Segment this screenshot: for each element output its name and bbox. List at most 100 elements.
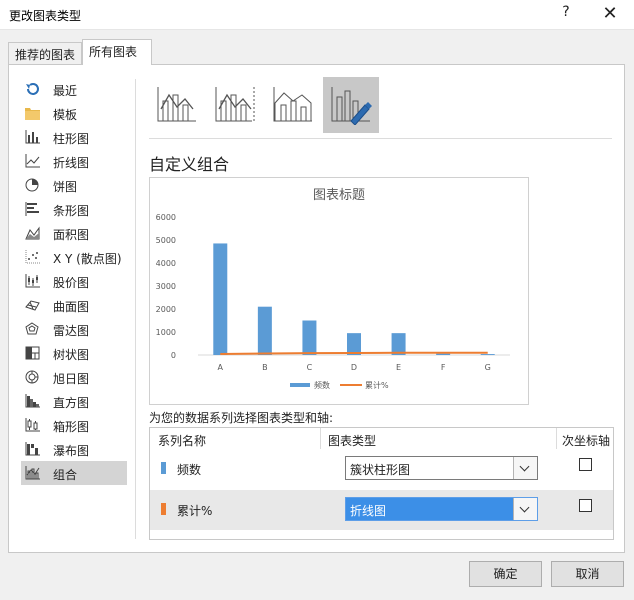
window-title: 更改图表类型 bbox=[9, 9, 82, 23]
nav-separator bbox=[135, 79, 136, 539]
y-tick-label: 3000 bbox=[156, 282, 176, 291]
combo-custom-icon bbox=[331, 87, 372, 125]
nav-item-waterfall[interactable]: 瀑布图 bbox=[21, 437, 127, 461]
nav-item-label: 条形图 bbox=[53, 204, 90, 218]
subtype-column-line-secondary[interactable] bbox=[207, 77, 263, 133]
line-chart-icon bbox=[25, 154, 40, 168]
col-header-secondary-axis: 次坐标轴 bbox=[562, 434, 611, 448]
chevron-down-icon[interactable] bbox=[513, 498, 537, 520]
combo-stacked-area-column-icon bbox=[273, 87, 312, 122]
bar-chart-icon bbox=[25, 202, 39, 216]
title-bar: 更改图表类型 ? ✕ bbox=[0, 0, 634, 30]
combo-column-line-secondary-icon bbox=[215, 87, 255, 122]
area-chart-icon bbox=[25, 226, 40, 240]
chart-type-value: 折线图 bbox=[350, 504, 387, 518]
nav-item-label: 旭日图 bbox=[53, 372, 90, 386]
nav-item-bar[interactable]: 条形图 bbox=[21, 197, 127, 221]
x-tick-label: D bbox=[351, 363, 357, 372]
nav-item-label: 瀑布图 bbox=[53, 444, 90, 458]
section-title: 自定义组合 bbox=[149, 155, 230, 174]
legend-label: 累计% bbox=[365, 380, 389, 390]
chart-preview: 图表标题 0 1000 2000 3000 4000 5000 6000 A B C D E F G 频数 累计… bbox=[149, 177, 529, 405]
chart-type-select[interactable]: 簇状柱形图 bbox=[345, 456, 538, 480]
nav-item-label: 折线图 bbox=[53, 156, 90, 170]
stock-chart-icon bbox=[25, 274, 40, 288]
nav-item-label: 柱形图 bbox=[53, 132, 90, 146]
subtype-custom-combination[interactable] bbox=[323, 77, 379, 133]
gallery-separator bbox=[149, 138, 612, 139]
bar bbox=[257, 306, 272, 355]
y-tick-label: 2000 bbox=[156, 305, 176, 314]
recent-icon bbox=[26, 83, 39, 95]
nav-item-line[interactable]: 折线图 bbox=[21, 149, 127, 173]
folder-icon bbox=[25, 108, 40, 120]
secondary-axis-checkbox[interactable] bbox=[579, 458, 592, 471]
chart-type-value: 簇状柱形图 bbox=[350, 463, 411, 477]
x-tick-label: A bbox=[218, 363, 224, 372]
nav-item-histogram[interactable]: 直方图 bbox=[21, 389, 127, 413]
nav-item-label: 树状图 bbox=[53, 348, 90, 362]
nav-item-recent[interactable]: 最近 bbox=[21, 77, 127, 101]
tab-all-charts[interactable]: 所有图表 bbox=[82, 39, 152, 65]
bar bbox=[436, 353, 451, 355]
bar bbox=[347, 333, 361, 355]
nav-item-label: 组合 bbox=[53, 468, 78, 482]
col-header-series-name: 系列名称 bbox=[158, 434, 207, 448]
subtype-stacked-area-column[interactable] bbox=[265, 77, 321, 133]
table-row: 频数 簇状柱形图 bbox=[150, 449, 613, 489]
ok-button[interactable]: 确定 bbox=[469, 561, 542, 587]
tab-recommended-charts[interactable]: 推荐的图表 bbox=[8, 42, 82, 64]
nav-item-treemap[interactable]: 树状图 bbox=[21, 341, 127, 365]
combo-clustered-column-line-icon bbox=[157, 87, 196, 122]
close-button[interactable]: ✕ bbox=[598, 2, 622, 26]
nav-item-label: 模板 bbox=[53, 108, 78, 122]
chart-type-select[interactable]: 折线图 bbox=[345, 497, 538, 521]
nav-item-label: 雷达图 bbox=[53, 324, 90, 338]
secondary-axis-checkbox[interactable] bbox=[579, 499, 592, 512]
nav-item-column[interactable]: 柱形图 bbox=[21, 125, 127, 149]
nav-item-area[interactable]: 面积图 bbox=[21, 221, 127, 245]
x-tick-label: B bbox=[262, 363, 268, 372]
cancel-button[interactable]: 取消 bbox=[551, 561, 624, 587]
y-tick-label: 5000 bbox=[156, 236, 176, 245]
col-header-chart-type: 图表类型 bbox=[328, 434, 377, 448]
subtype-clustered-column-line[interactable] bbox=[149, 77, 205, 133]
column-divider bbox=[556, 428, 557, 450]
treemap-chart-icon bbox=[25, 346, 40, 360]
nav-item-label: 最近 bbox=[53, 84, 78, 98]
y-tick-label: 1000 bbox=[156, 328, 176, 337]
nav-item-label: 箱形图 bbox=[53, 420, 90, 434]
help-button[interactable]: ? bbox=[556, 4, 576, 26]
nav-item-scatter[interactable]: X Y (散点图) bbox=[21, 245, 127, 269]
x-tick-label: C bbox=[307, 363, 313, 372]
nav-item-label: 饼图 bbox=[53, 180, 78, 194]
series-name: 频数 bbox=[177, 463, 202, 477]
bar bbox=[302, 320, 317, 355]
radar-chart-icon bbox=[25, 322, 39, 335]
column-divider bbox=[320, 428, 321, 450]
nav-item-surface[interactable]: 曲面图 bbox=[21, 293, 127, 317]
chevron-down-icon[interactable] bbox=[513, 457, 537, 479]
nav-item-label: 曲面图 bbox=[53, 300, 90, 314]
pie-chart-icon bbox=[25, 178, 39, 192]
nav-item-combo[interactable]: 组合 bbox=[21, 461, 127, 485]
nav-item-pie[interactable]: 饼图 bbox=[21, 173, 127, 197]
legend-label: 频数 bbox=[314, 380, 330, 390]
table-row: 累计% 折线图 bbox=[150, 490, 613, 530]
nav-item-stock[interactable]: 股价图 bbox=[21, 269, 127, 293]
nav-item-templates[interactable]: 模板 bbox=[21, 101, 127, 125]
all-charts-panel: 最近 模板 柱形图 折线图 饼图 条形图 面积图 X Y (散点图) 股价图 曲… bbox=[8, 64, 625, 553]
y-tick-label: 4000 bbox=[156, 259, 176, 268]
nav-item-radar[interactable]: 雷达图 bbox=[21, 317, 127, 341]
legend-swatch bbox=[290, 383, 310, 387]
series-color-swatch bbox=[161, 462, 166, 474]
y-tick-label: 6000 bbox=[156, 213, 176, 222]
nav-item-label: X Y (散点图) bbox=[53, 252, 122, 266]
nav-item-boxplot[interactable]: 箱形图 bbox=[21, 413, 127, 437]
nav-item-label: 面积图 bbox=[53, 228, 90, 242]
nav-item-sunburst[interactable]: 旭日图 bbox=[21, 365, 127, 389]
y-tick-label: 0 bbox=[171, 351, 176, 360]
sunburst-chart-icon bbox=[25, 370, 39, 384]
nav-item-label: 直方图 bbox=[53, 396, 90, 410]
bar bbox=[213, 243, 228, 355]
